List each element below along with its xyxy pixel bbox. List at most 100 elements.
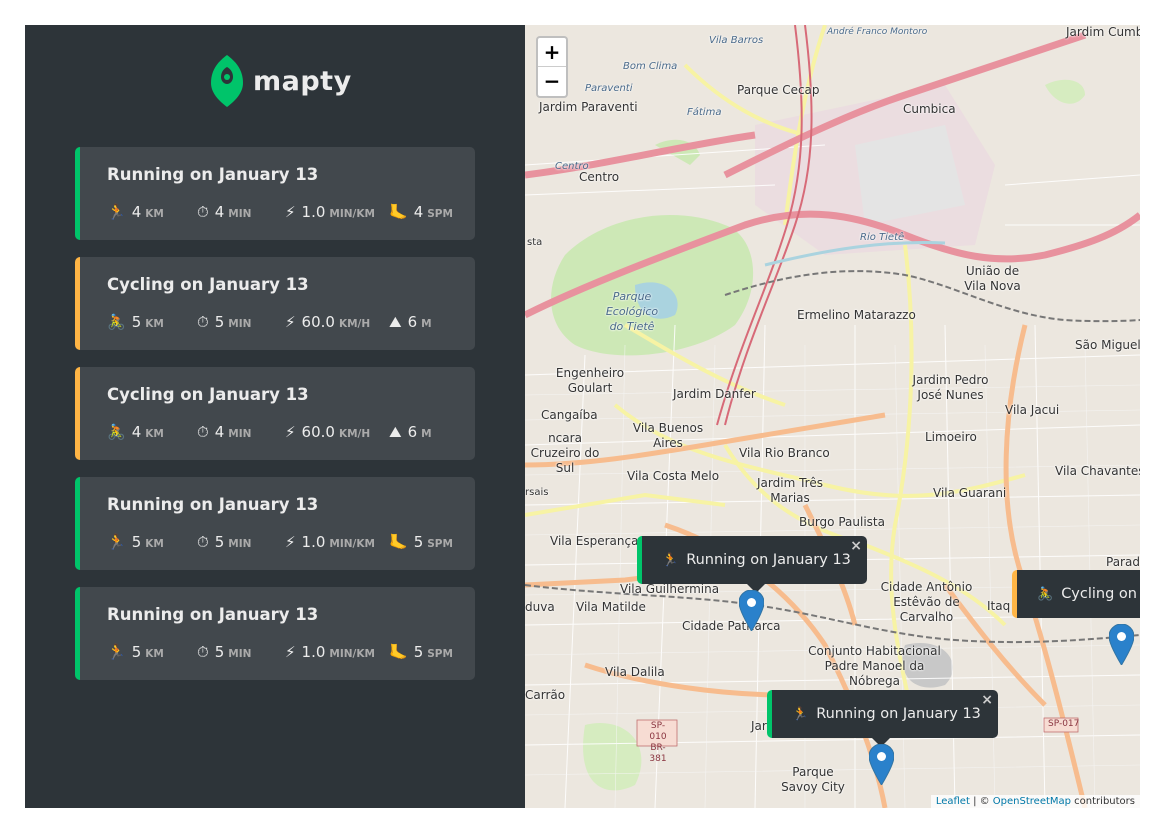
zoom-control: + − [536,36,568,98]
map-label: Fátima [687,107,722,118]
attribution-contributors: contributors [1071,796,1135,807]
map-label: Paraventi [585,83,633,94]
attribution-separator: | © [969,796,993,807]
map-label: Cangaíba [541,408,598,422]
mountain-icon: ⛰ [389,423,402,441]
popup-close-button[interactable]: × [850,538,862,554]
cadence-value: 5 [413,533,424,551]
map-label: Jardim Paraventi [539,100,638,114]
workout-popup[interactable]: 🏃 Running on January 13 × [637,536,867,593]
map-label: Vila Esperança [550,534,639,548]
workout-popup[interactable]: 🚴 Cycling on J [1012,570,1140,618]
map-label: União de Vila Nova [964,264,1021,293]
workout-card[interactable]: Running on January 13 🏃 4 km ⏱ 4 min ⚡ 1.0 min… [75,147,475,240]
duration-value: 5 [214,313,225,331]
map-label: Vila Guilhermina [620,582,720,596]
leaflet-link[interactable]: Leaflet [936,796,970,807]
running-icon: 🏃 [107,203,126,221]
map-label: Conjunto Habitacional Padre Manoel da Nó… [808,644,941,688]
map-label: Cumbica [903,102,956,116]
map-label: Vila Guarani [933,486,1007,500]
map-label: Cidade Patriarca [682,619,781,633]
foot-icon: 🦶 [389,203,408,221]
map-label: Parque Cecap [737,83,820,97]
speed-unit: km/h [338,318,371,330]
zoom-in-button[interactable]: + [538,38,566,67]
map-label: Bom Clima [623,61,678,72]
zoom-out-button[interactable]: − [538,67,566,96]
popup-close-button[interactable]: × [981,692,993,708]
popup-text: Running on January 13 [816,706,981,722]
osm-link[interactable]: OpenStreetMap [993,796,1071,807]
distance-unit: km [145,538,164,550]
map-label: Cidade Antônio Estêvão de Carvalho [880,580,973,624]
map-label: Jardim Três Marias [757,476,823,505]
workout-card[interactable]: Running on January 13 🏃 5 km ⏱ 5 min ⚡ 1.0 min… [75,477,475,570]
workout-card[interactable]: Cycling on January 13 🚴 5 km ⏱ 5 min ⚡ 60.0 km… [75,257,475,350]
mountain-icon: ⛰ [389,313,402,331]
pace-value: 1.0 [301,643,326,661]
elevation-value: 6 [407,313,418,331]
distance-value: 5 [131,643,142,661]
distance-unit: km [145,648,164,660]
duration-unit: min [228,538,252,550]
workout-title: Cycling on January 13 [107,275,309,294]
speed-unit: km/h [338,428,371,440]
map-label: Jar [751,719,767,733]
workout-card[interactable]: Running on January 13 🏃 5 km ⏱ 5 min ⚡ 1.0 min… [75,587,475,680]
map-label: Vila Buenos Aires [632,421,704,450]
duration-unit: min [228,428,252,440]
map-label: ncara Cruzeiro do Sul [530,431,600,475]
map-label: Limoeiro [925,430,977,444]
map-label: Vila Matilde [576,600,646,614]
speed-value: 60.0 [301,313,335,331]
map-label: rsais [525,487,549,498]
map-label: Vila Chavantes [1055,464,1140,478]
duration-value: 4 [214,203,225,221]
logo-text: mapty [253,65,352,97]
map-label: Vila Dalila [605,665,665,679]
logo: mapty [211,55,352,107]
cadence-value: 4 [413,203,424,221]
pace-value: 1.0 [301,533,326,551]
duration-value: 5 [214,643,225,661]
popup-text: Cycling on J [1061,586,1140,602]
running-icon: 🏃 [792,706,809,722]
workout-title: Running on January 13 [107,495,319,514]
stopwatch-icon: ⏱ [197,643,209,661]
speed-value: 60.0 [301,423,335,441]
map-label: Vila Jacui [1005,403,1060,417]
map-marker-icon[interactable] [739,590,764,631]
workout-card[interactable]: Cycling on January 13 🚴 4 km ⏱ 4 min ⚡ 60.0 km… [75,367,475,460]
map-label: Vila Barros [709,35,764,46]
lightning-icon: ⚡ [285,313,296,331]
pace-unit: min/km [329,538,375,550]
workout-title: Running on January 13 [107,605,319,624]
stopwatch-icon: ⏱ [197,203,209,221]
map-marker-icon[interactable] [1109,624,1134,665]
map-marker-icon[interactable] [869,744,894,785]
distance-value: 5 [131,533,142,551]
cadence-unit: spm [427,538,453,550]
map[interactable]: Jardim Cumb André Franco Montoro Vila Ba… [525,25,1140,808]
map-label: André Franco Montoro [827,27,928,37]
map-attribution: Leaflet | © OpenStreetMap contributors [930,795,1140,808]
duration-unit: min [228,648,252,660]
workout-list: Running on January 13 🏃 4 km ⏱ 4 min ⚡ 1.0 min… [75,147,475,697]
lightning-icon: ⚡ [285,203,296,221]
map-pin-logo-icon [211,55,243,107]
map-label: Parque Ecológico do Tietê [605,290,659,333]
elevation-unit: m [421,318,432,330]
map-label: duva [525,600,555,614]
foot-icon: 🦶 [389,533,408,551]
cycling-icon: 🚴 [1037,586,1054,602]
cadence-value: 5 [413,643,424,661]
lightning-icon: ⚡ [285,533,296,551]
foot-icon: 🦶 [389,643,408,661]
workout-title: Running on January 13 [107,165,319,184]
distance-value: 4 [131,423,142,441]
map-label: Vila Costa Melo [627,469,720,483]
workout-popup[interactable]: 🏃 Running on January 13 × [767,690,998,747]
workout-title: Cycling on January 13 [107,385,309,404]
map-label: Jardim Pedro José Nunes [912,373,989,402]
